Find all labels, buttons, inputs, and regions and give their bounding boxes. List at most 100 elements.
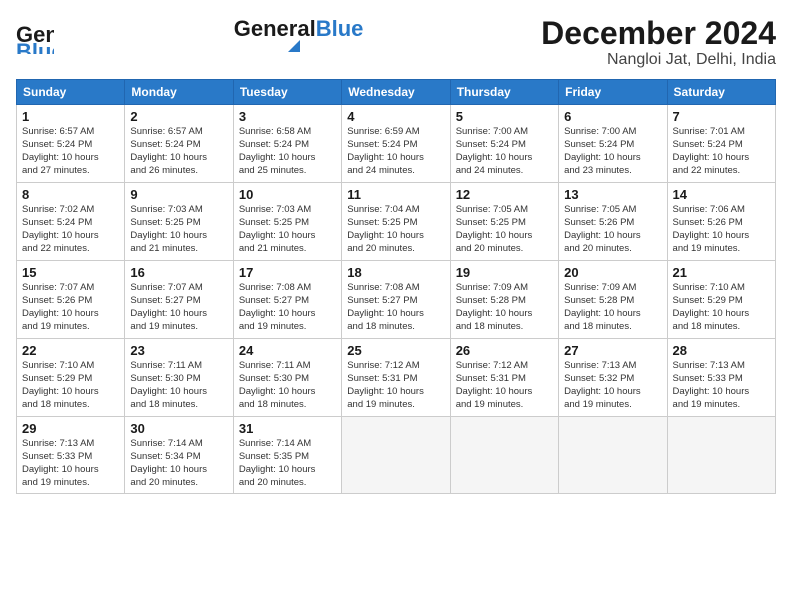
calendar-cell: 25 Sunrise: 7:12 AMSunset: 5:31 PMDayligh… (342, 339, 450, 417)
calendar-header-wednesday: Wednesday (342, 80, 450, 105)
day-number: 21 (673, 265, 770, 280)
calendar-cell (667, 417, 775, 494)
calendar-header-sunday: Sunday (17, 80, 125, 105)
calendar-cell: 4Sunrise: 6:59 AMSunset: 5:24 PMDaylight… (342, 105, 450, 183)
calendar-week-2: 8Sunrise: 7:02 AMSunset: 5:24 PMDaylight… (17, 183, 776, 261)
svg-text:Blue: Blue (16, 39, 54, 54)
day-info: Sunrise: 7:10 AMSunset: 5:29 PMDaylight:… (673, 282, 770, 333)
day-number: 24 (239, 343, 336, 358)
calendar-cell: 11 Sunrise: 7:04 AMSunset: 5:25 PMDayligh… (342, 183, 450, 261)
month-title: December 2024 (541, 16, 776, 51)
day-info: Sunrise: 7:13 AMSunset: 5:32 PMDaylight:… (564, 360, 661, 411)
logo-icon: General Blue (16, 16, 54, 54)
logo-blue: Blue (316, 16, 364, 42)
calendar-cell: 22Sunrise: 7:10 AMSunset: 5:29 PMDayligh… (17, 339, 125, 417)
day-number: 7 (673, 109, 770, 124)
calendar-week-1: 1 Sunrise: 6:57 AMSunset: 5:24 PMDaylight… (17, 105, 776, 183)
calendar-cell (450, 417, 558, 494)
day-number: 4 (347, 109, 444, 124)
day-number: 11 (347, 187, 444, 202)
calendar-header-saturday: Saturday (667, 80, 775, 105)
day-number: 28 (673, 343, 770, 358)
calendar-cell: 27 Sunrise: 7:13 AMSunset: 5:32 PMDayligh… (559, 339, 667, 417)
calendar-cell: 28 Sunrise: 7:13 AMSunset: 5:33 PMDayligh… (667, 339, 775, 417)
calendar-table: SundayMondayTuesdayWednesdayThursdayFrid… (16, 79, 776, 494)
day-number: 23 (130, 343, 227, 358)
calendar-cell: 1 Sunrise: 6:57 AMSunset: 5:24 PMDaylight… (17, 105, 125, 183)
day-info: Sunrise: 7:09 AMSunset: 5:28 PMDaylight:… (456, 282, 553, 333)
day-info: Sunrise: 7:00 AMSunset: 5:24 PMDaylight:… (456, 126, 553, 177)
calendar-cell: 21 Sunrise: 7:10 AMSunset: 5:29 PMDayligh… (667, 261, 775, 339)
calendar-cell: 29 Sunrise: 7:13 AMSunset: 5:33 PMDayligh… (17, 417, 125, 494)
calendar-cell: 30 Sunrise: 7:14 AMSunset: 5:34 PMDayligh… (125, 417, 233, 494)
calendar-cell (559, 417, 667, 494)
day-info: Sunrise: 7:14 AMSunset: 5:34 PMDaylight:… (130, 438, 227, 489)
calendar-week-3: 15Sunrise: 7:07 AMSunset: 5:26 PMDayligh… (17, 261, 776, 339)
header: General Blue General Blue December 2024 … (16, 16, 776, 69)
calendar-cell: 3Sunrise: 6:58 AMSunset: 5:24 PMDaylight… (233, 105, 341, 183)
calendar-cell: 15Sunrise: 7:07 AMSunset: 5:26 PMDayligh… (17, 261, 125, 339)
calendar-cell: 13 Sunrise: 7:05 AMSunset: 5:26 PMDayligh… (559, 183, 667, 261)
day-number: 25 (347, 343, 444, 358)
day-number: 12 (456, 187, 553, 202)
day-number: 19 (456, 265, 553, 280)
day-info: Sunrise: 7:05 AMSunset: 5:25 PMDaylight:… (456, 204, 553, 255)
calendar-header-thursday: Thursday (450, 80, 558, 105)
day-info: Sunrise: 7:03 AMSunset: 5:25 PMDaylight:… (130, 204, 227, 255)
day-number: 1 (22, 109, 119, 124)
day-number: 27 (564, 343, 661, 358)
day-info: Sunrise: 7:00 AMSunset: 5:24 PMDaylight:… (564, 126, 661, 177)
day-info: Sunrise: 7:06 AMSunset: 5:26 PMDaylight:… (673, 204, 770, 255)
day-info: Sunrise: 7:01 AMSunset: 5:24 PMDaylight:… (673, 126, 770, 177)
day-info: Sunrise: 6:58 AMSunset: 5:24 PMDaylight:… (239, 126, 336, 177)
calendar-cell: 31 Sunrise: 7:14 AMSunset: 5:35 PMDayligh… (233, 417, 341, 494)
logo: General Blue (16, 16, 56, 54)
calendar-cell: 26 Sunrise: 7:12 AMSunset: 5:31 PMDayligh… (450, 339, 558, 417)
day-info: Sunrise: 7:07 AMSunset: 5:26 PMDaylight:… (22, 282, 119, 333)
day-number: 8 (22, 187, 119, 202)
day-info: Sunrise: 7:04 AMSunset: 5:25 PMDaylight:… (347, 204, 444, 255)
day-number: 14 (673, 187, 770, 202)
calendar-week-5: 29 Sunrise: 7:13 AMSunset: 5:33 PMDayligh… (17, 417, 776, 494)
calendar-cell: 12 Sunrise: 7:05 AMSunset: 5:25 PMDayligh… (450, 183, 558, 261)
calendar-cell: 6Sunrise: 7:00 AMSunset: 5:24 PMDaylight… (559, 105, 667, 183)
day-number: 31 (239, 421, 336, 436)
day-info: Sunrise: 6:57 AMSunset: 5:24 PMDaylight:… (130, 126, 227, 177)
day-number: 16 (130, 265, 227, 280)
day-info: Sunrise: 7:11 AMSunset: 5:30 PMDaylight:… (130, 360, 227, 411)
title-block: December 2024 Nangloi Jat, Delhi, India (541, 16, 776, 69)
day-number: 17 (239, 265, 336, 280)
day-number: 13 (564, 187, 661, 202)
day-info: Sunrise: 7:08 AMSunset: 5:27 PMDaylight:… (239, 282, 336, 333)
location: Nangloi Jat, Delhi, India (541, 51, 776, 69)
day-info: Sunrise: 7:12 AMSunset: 5:31 PMDaylight:… (456, 360, 553, 411)
calendar-header-friday: Friday (559, 80, 667, 105)
calendar-header-monday: Monday (125, 80, 233, 105)
calendar-header-tuesday: Tuesday (233, 80, 341, 105)
logo-block: General Blue (234, 16, 364, 52)
calendar-cell: 14 Sunrise: 7:06 AMSunset: 5:26 PMDayligh… (667, 183, 775, 261)
calendar-cell: 24 Sunrise: 7:11 AMSunset: 5:30 PMDayligh… (233, 339, 341, 417)
day-number: 5 (456, 109, 553, 124)
day-number: 9 (130, 187, 227, 202)
day-info: Sunrise: 7:12 AMSunset: 5:31 PMDaylight:… (347, 360, 444, 411)
day-info: Sunrise: 7:13 AMSunset: 5:33 PMDaylight:… (673, 360, 770, 411)
calendar-cell (342, 417, 450, 494)
calendar-cell: 16Sunrise: 7:07 AMSunset: 5:27 PMDayligh… (125, 261, 233, 339)
calendar-cell: 8Sunrise: 7:02 AMSunset: 5:24 PMDaylight… (17, 183, 125, 261)
day-number: 20 (564, 265, 661, 280)
day-info: Sunrise: 7:05 AMSunset: 5:26 PMDaylight:… (564, 204, 661, 255)
day-info: Sunrise: 7:11 AMSunset: 5:30 PMDaylight:… (239, 360, 336, 411)
logo-general: General (234, 16, 316, 42)
logo-name: General Blue (234, 16, 364, 42)
calendar-cell: 2Sunrise: 6:57 AMSunset: 5:24 PMDaylight… (125, 105, 233, 183)
day-info: Sunrise: 6:57 AMSunset: 5:24 PMDaylight:… (22, 126, 119, 177)
calendar-week-4: 22Sunrise: 7:10 AMSunset: 5:29 PMDayligh… (17, 339, 776, 417)
day-number: 29 (22, 421, 119, 436)
day-info: Sunrise: 7:14 AMSunset: 5:35 PMDaylight:… (239, 438, 336, 489)
day-number: 26 (456, 343, 553, 358)
day-number: 30 (130, 421, 227, 436)
calendar-cell: 10Sunrise: 7:03 AMSunset: 5:25 PMDayligh… (233, 183, 341, 261)
day-info: Sunrise: 7:13 AMSunset: 5:33 PMDaylight:… (22, 438, 119, 489)
day-info: Sunrise: 7:09 AMSunset: 5:28 PMDaylight:… (564, 282, 661, 333)
